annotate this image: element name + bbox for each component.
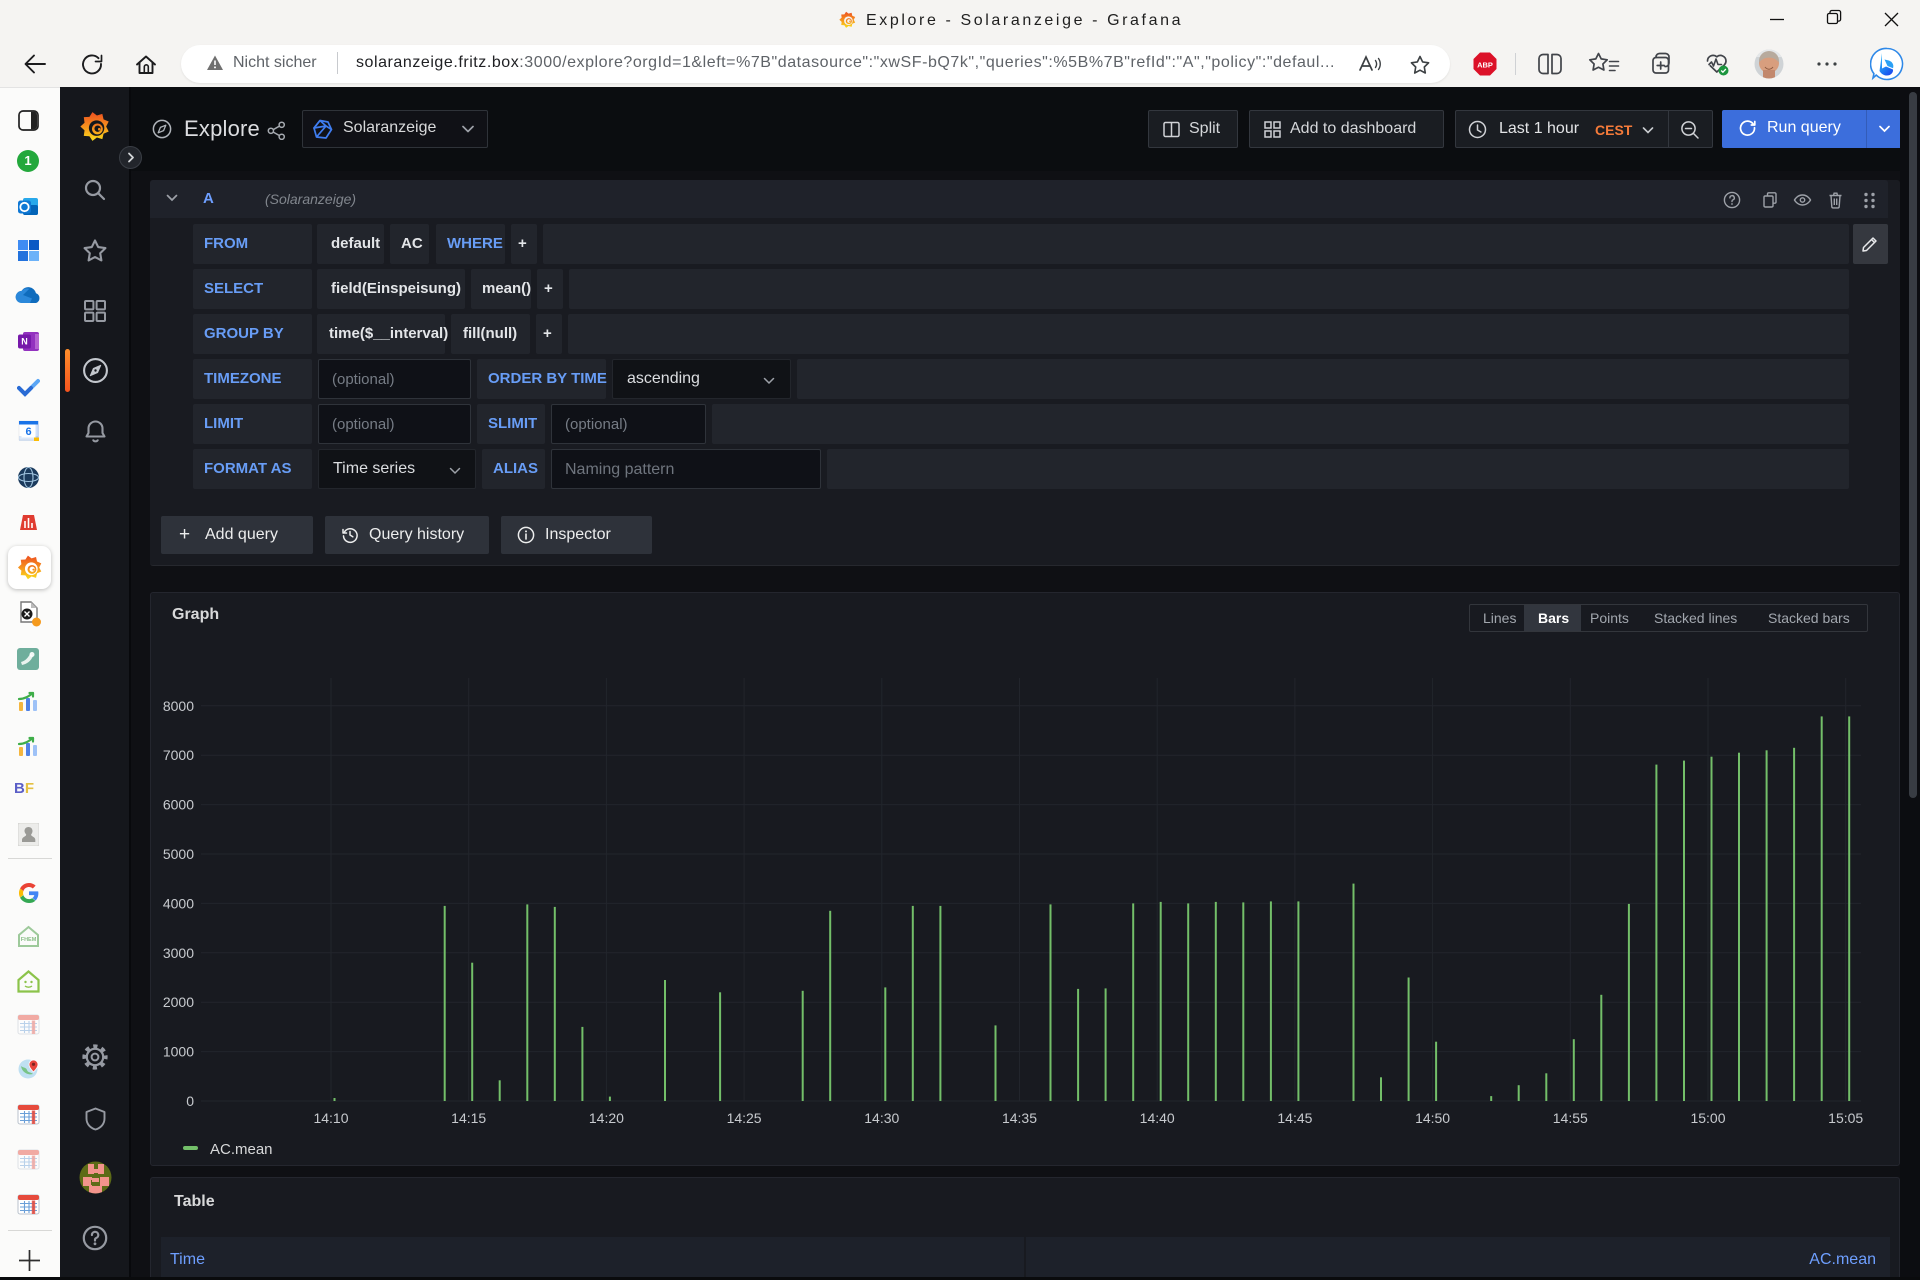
svg-text:15:05: 15:05 <box>1828 1110 1863 1126</box>
svg-text:14:20: 14:20 <box>589 1110 624 1126</box>
svg-text:ABP: ABP <box>1477 61 1493 70</box>
svg-text:FHEM: FHEM <box>21 937 37 943</box>
svg-text:0: 0 <box>186 1093 194 1109</box>
svg-text:N: N <box>21 337 28 347</box>
svg-text:1000: 1000 <box>163 1044 194 1060</box>
svg-text:14:10: 14:10 <box>313 1110 348 1126</box>
svg-text:14:35: 14:35 <box>1002 1110 1037 1126</box>
svg-text:6000: 6000 <box>163 797 194 813</box>
svg-text:2000: 2000 <box>163 994 194 1010</box>
svg-text:14:55: 14:55 <box>1553 1110 1588 1126</box>
svg-text:14:45: 14:45 <box>1277 1110 1312 1126</box>
svg-text:15:00: 15:00 <box>1690 1110 1725 1126</box>
svg-text:4000: 4000 <box>163 895 194 911</box>
svg-text:14:25: 14:25 <box>727 1110 762 1126</box>
svg-text:3000: 3000 <box>163 945 194 961</box>
svg-text:6: 6 <box>25 426 31 438</box>
svg-text:8000: 8000 <box>163 698 194 714</box>
svg-text:5000: 5000 <box>163 846 194 862</box>
svg-text:14:15: 14:15 <box>451 1110 486 1126</box>
svg-text:14:50: 14:50 <box>1415 1110 1450 1126</box>
svg-text:7000: 7000 <box>163 747 194 763</box>
svg-text:14:30: 14:30 <box>864 1110 899 1126</box>
svg-text:14:40: 14:40 <box>1140 1110 1175 1126</box>
